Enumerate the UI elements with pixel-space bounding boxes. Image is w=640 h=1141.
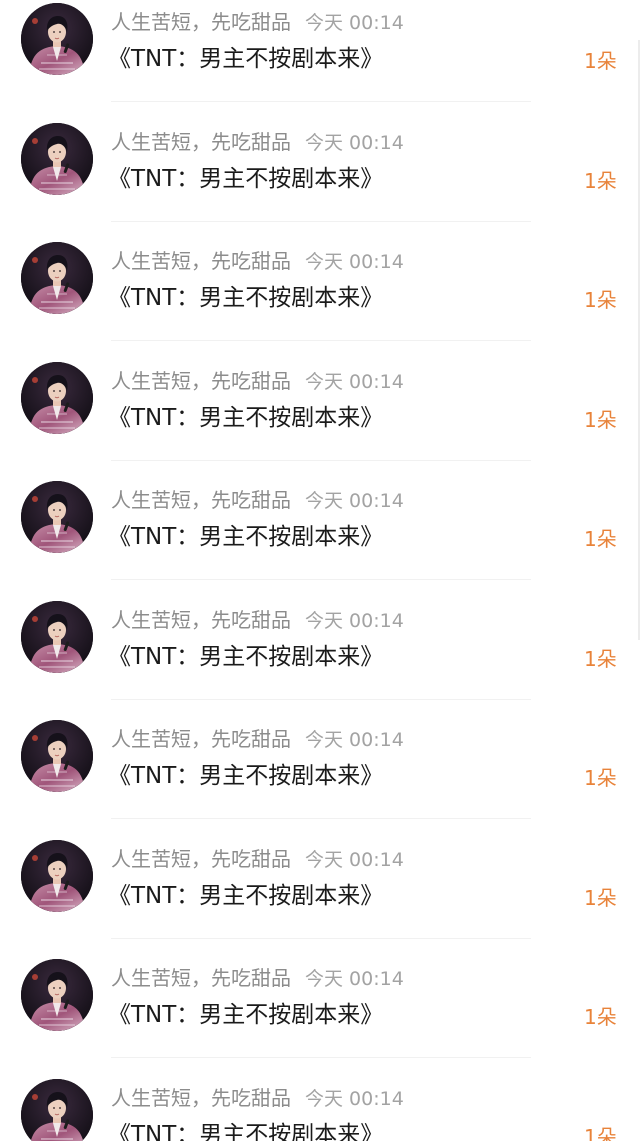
message-meta: 人生苦短，先吃甜品 今天 00:14 <box>111 965 404 991</box>
avatar-photo <box>21 242 93 314</box>
message-time: 今天 00:14 <box>305 12 404 34</box>
message-meta: 人生苦短，先吃甜品 今天 00:14 <box>111 487 404 513</box>
message-row[interactable]: 人生苦短，先吃甜品 今天 00:14 《TNT：男主不按剧本来》 1朵 <box>0 359 640 479</box>
message-meta: 人生苦短，先吃甜品 今天 00:14 <box>111 248 404 274</box>
message-time: 今天 00:14 <box>305 729 404 751</box>
avatar[interactable] <box>21 1078 93 1141</box>
avatar-photo <box>21 481 93 553</box>
message-time: 今天 00:14 <box>305 609 404 632</box>
row-divider <box>111 459 531 461</box>
avatar-photo <box>21 959 93 1031</box>
book-title[interactable]: 《TNT：男主不按剧本来》 <box>108 521 383 553</box>
flower-count: 1朵 <box>584 1005 617 1029</box>
book-title[interactable]: 《TNT：男主不按剧本来》 <box>108 402 383 434</box>
message-row[interactable]: 人生苦短，先吃甜品 今天 00:14 《TNT：男主不按剧本来》 1朵 <box>0 717 640 837</box>
flower-count: 1朵 <box>584 1124 617 1141</box>
book-title[interactable]: 《TNT：男主不按剧本来》 <box>108 282 383 314</box>
sender-name[interactable]: 人生苦短，先吃甜品 <box>111 608 291 632</box>
avatar-photo <box>21 600 93 673</box>
avatar[interactable] <box>21 242 93 314</box>
avatar[interactable] <box>21 361 93 434</box>
avatar-photo <box>21 122 93 195</box>
avatar-photo <box>21 1078 93 1141</box>
message-time: 今天 00:14 <box>305 251 404 273</box>
sender-name[interactable]: 人生苦短，先吃甜品 <box>111 10 291 34</box>
row-divider <box>111 818 531 819</box>
row-divider <box>111 1057 531 1058</box>
flower-count: 1朵 <box>584 407 617 432</box>
sender-name[interactable]: 人生苦短，先吃甜品 <box>111 369 291 393</box>
flower-count: 1朵 <box>584 288 617 312</box>
message-meta: 人生苦短，先吃甜品 今天 00:14 <box>111 368 404 394</box>
book-title[interactable]: 《TNT：男主不按剧本来》 <box>108 880 383 912</box>
message-row[interactable]: 人生苦短，先吃甜品 今天 00:14 《TNT：男主不按剧本来》 1朵 <box>0 598 640 718</box>
avatar[interactable] <box>21 481 93 553</box>
row-divider <box>111 340 531 341</box>
book-title[interactable]: 《TNT：男主不按剧本来》 <box>108 641 383 673</box>
message-row[interactable]: 人生苦短，先吃甜品 今天 00:14 《TNT：男主不按剧本来》 1朵 <box>0 956 640 1076</box>
message-time: 今天 00:14 <box>305 490 404 512</box>
message-meta: 人生苦短，先吃甜品 今天 00:14 <box>111 129 404 155</box>
sender-name[interactable]: 人生苦短，先吃甜品 <box>111 727 291 751</box>
flower-count: 1朵 <box>584 646 617 671</box>
row-divider <box>111 579 531 580</box>
message-time: 今天 00:14 <box>305 131 404 154</box>
message-list: 人生苦短，先吃甜品 今天 00:14 《TNT：男主不按剧本来》 1朵 人生苦短，… <box>0 0 640 1141</box>
message-row[interactable]: 人生苦短，先吃甜品 今天 00:14 《TNT：男主不按剧本来》 1朵 <box>0 239 640 359</box>
book-title[interactable]: 《TNT：男主不按剧本来》 <box>108 43 383 75</box>
message-row[interactable]: 人生苦短，先吃甜品 今天 00:14 《TNT：男主不按剧本来》 1朵 <box>0 0 640 120</box>
avatar[interactable] <box>21 122 93 195</box>
message-time: 今天 00:14 <box>305 968 404 990</box>
sender-name[interactable]: 人生苦短，先吃甜品 <box>111 1086 291 1110</box>
message-time: 今天 00:14 <box>305 848 404 871</box>
row-divider <box>111 698 531 700</box>
message-time: 今天 00:14 <box>305 1087 404 1110</box>
message-meta: 人生苦短，先吃甜品 今天 00:14 <box>111 607 404 633</box>
avatar[interactable] <box>21 959 93 1031</box>
sender-name[interactable]: 人生苦短，先吃甜品 <box>111 488 291 512</box>
book-title[interactable]: 《TNT：男主不按剧本来》 <box>108 163 383 195</box>
message-row[interactable]: 人生苦短，先吃甜品 今天 00:14 《TNT：男主不按剧本来》 1朵 <box>0 478 640 598</box>
message-row[interactable]: 人生苦短，先吃甜品 今天 00:14 《TNT：男主不按剧本来》 1朵 <box>0 837 640 957</box>
message-meta: 人生苦短，先吃甜品 今天 00:14 <box>111 726 404 752</box>
message-meta: 人生苦短，先吃甜品 今天 00:14 <box>111 846 404 872</box>
sender-name[interactable]: 人生苦短，先吃甜品 <box>111 130 291 154</box>
avatar[interactable] <box>21 720 93 792</box>
sender-name[interactable]: 人生苦短，先吃甜品 <box>111 249 291 273</box>
book-title[interactable]: 《TNT：男主不按剧本来》 <box>108 999 383 1031</box>
book-title[interactable]: 《TNT：男主不按剧本来》 <box>108 1119 383 1141</box>
message-meta: 人生苦短，先吃甜品 今天 00:14 <box>111 9 404 35</box>
book-title[interactable]: 《TNT：男主不按剧本来》 <box>108 760 383 792</box>
avatar[interactable] <box>21 3 93 75</box>
avatar-photo <box>21 361 93 434</box>
message-time: 今天 00:14 <box>305 370 404 393</box>
sender-name[interactable]: 人生苦短，先吃甜品 <box>111 966 291 990</box>
message-row[interactable]: 人生苦短，先吃甜品 今天 00:14 《TNT：男主不按剧本来》 1朵 <box>0 1076 640 1141</box>
message-meta: 人生苦短，先吃甜品 今天 00:14 <box>111 1085 404 1111</box>
avatar[interactable] <box>21 600 93 673</box>
flower-count: 1朵 <box>584 527 617 551</box>
message-row[interactable]: 人生苦短，先吃甜品 今天 00:14 《TNT：男主不按剧本来》 1朵 <box>0 120 640 240</box>
row-divider <box>111 937 531 939</box>
row-divider <box>111 101 531 102</box>
flower-count: 1朵 <box>584 885 617 910</box>
flower-count: 1朵 <box>584 49 617 73</box>
flower-count: 1朵 <box>584 168 617 193</box>
avatar-photo <box>21 720 93 792</box>
sender-name[interactable]: 人生苦短，先吃甜品 <box>111 847 291 871</box>
row-divider <box>111 220 531 222</box>
avatar-photo <box>21 3 93 75</box>
avatar-photo <box>21 839 93 912</box>
flower-count: 1朵 <box>584 766 617 790</box>
avatar[interactable] <box>21 839 93 912</box>
